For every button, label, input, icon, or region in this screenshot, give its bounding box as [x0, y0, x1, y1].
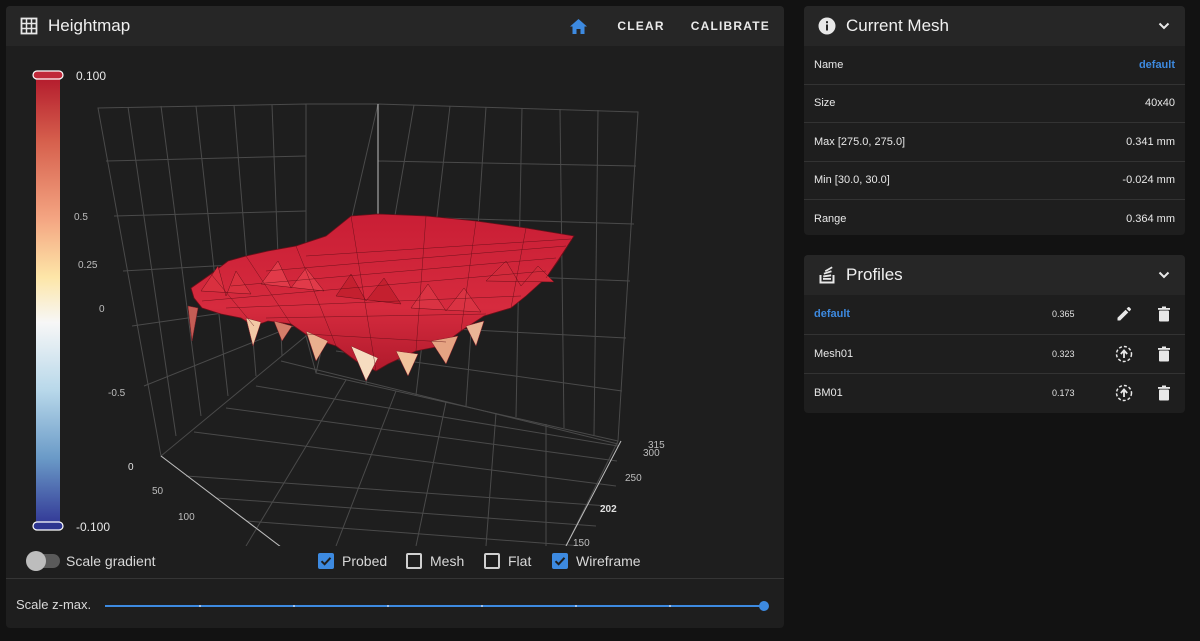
slider-tick [669, 605, 671, 607]
profiles-card: Profiles default 0.365 Mesh01 0.323 BM01… [804, 255, 1185, 413]
upload-circle-icon[interactable] [1115, 345, 1133, 363]
profile-name[interactable]: BM01 [814, 387, 843, 399]
scale-gradient-label: Scale gradient [66, 553, 156, 569]
stack-icon [819, 266, 835, 284]
check-icon [554, 557, 566, 566]
y-tick-label: 150 [573, 538, 590, 546]
home-icon[interactable] [570, 18, 588, 34]
current-mesh-header: Current Mesh [804, 6, 1185, 46]
profile-range: 0.323 [1052, 348, 1075, 359]
y-tick-label: 202 [600, 504, 617, 515]
z-tick-label: 0.5 [74, 212, 88, 223]
toggle-knob [26, 551, 46, 571]
x-tick-label: 0 [128, 462, 134, 473]
chevron-down-icon[interactable] [1157, 268, 1171, 282]
scale-zmax-slider[interactable] [105, 605, 765, 607]
trash-icon[interactable] [1155, 305, 1173, 323]
slider-tick [387, 605, 389, 607]
mesh-row-value: 0.364 mm [1126, 213, 1175, 226]
x-tick-label: 100 [178, 512, 195, 523]
current-mesh-card: Current Mesh Name default Size 40x40 Max… [804, 6, 1185, 235]
wireframe-label: Wireframe [576, 553, 641, 569]
flat-checkbox[interactable] [484, 553, 500, 569]
mesh-row-value: -0.024 mm [1122, 174, 1175, 187]
mesh-row-label: Max [275.0, 275.0] [814, 135, 906, 148]
mesh-row-label: Min [30.0, 30.0] [814, 174, 890, 187]
mesh-row-value: 40x40 [1145, 97, 1175, 110]
scale-gradient-toggle[interactable] [26, 551, 60, 571]
mesh-info-list: Name default Size 40x40 Max [275.0, 275.… [804, 46, 1185, 235]
mesh-row-label: Name [814, 58, 844, 71]
trash-icon[interactable] [1155, 345, 1173, 363]
slider-tick [481, 605, 483, 607]
x-tick-label: 50 [152, 486, 164, 497]
list-item[interactable]: Mesh01 0.323 [804, 335, 1185, 374]
slider-tick [293, 605, 295, 607]
wireframe-checkbox[interactable] [552, 553, 568, 569]
colorbar-min-handle[interactable] [32, 521, 64, 531]
mesh-row-value: 0.341 mm [1126, 135, 1175, 148]
mesh-row-label: Range [814, 213, 847, 226]
scale-zmax-label: Scale z-max. [16, 597, 92, 612]
heightmap-card: Heightmap CLEAR CALIBRATE 0.100 -0.100 0… [6, 6, 784, 628]
slider-tick [575, 605, 577, 607]
mesh-row-range: Range 0.364 mm [804, 200, 1185, 235]
list-item[interactable]: default 0.365 [804, 295, 1185, 335]
current-mesh-title: Current Mesh [846, 16, 949, 35]
pencil-icon[interactable] [1115, 305, 1133, 323]
slider-tick [199, 605, 201, 607]
mesh-name-value: default [1138, 58, 1175, 71]
scale-zmax-thumb[interactable] [759, 601, 769, 611]
trash-icon[interactable] [1155, 384, 1173, 402]
chevron-down-icon[interactable] [1157, 19, 1171, 33]
probed-label: Probed [342, 553, 388, 569]
profile-range: 0.365 [1052, 309, 1075, 319]
mesh-checkbox[interactable] [406, 553, 422, 569]
check-icon [320, 557, 332, 566]
mesh-row-label: Size [814, 97, 836, 110]
calibrate-button[interactable]: CALIBRATE [691, 19, 770, 33]
mesh-row-size: Size 40x40 [804, 85, 1185, 123]
profiles-header: Profiles [804, 255, 1185, 295]
list-item[interactable]: BM01 0.173 [804, 374, 1185, 413]
y-tick-label: 250 [625, 473, 642, 484]
y-tick-label: 300 [643, 448, 660, 459]
z-tick-label: 0 [99, 304, 105, 315]
profiles-list: default 0.365 Mesh01 0.323 BM01 0.173 [804, 295, 1185, 413]
heightmap-surface [187, 213, 575, 382]
profile-name[interactable]: default [814, 308, 850, 320]
scale-zmax-row: Scale z-max. [6, 579, 784, 628]
grid-icon [20, 17, 38, 35]
mesh-row-min: Min [30.0, 30.0] -0.024 mm [804, 162, 1185, 200]
flat-label: Flat [508, 553, 532, 569]
heightmap-header: Heightmap CLEAR CALIBRATE [6, 6, 784, 46]
clear-button[interactable]: CLEAR [617, 19, 664, 33]
profile-name[interactable]: Mesh01 [814, 348, 853, 360]
display-controls: Scale gradient Probed Mesh Flat Wirefram… [6, 546, 784, 578]
mesh-row-max: Max [275.0, 275.0] 0.341 mm [804, 123, 1185, 162]
profiles-title: Profiles [846, 265, 903, 284]
mesh-row-name: Name default [804, 46, 1185, 85]
z-tick-label: 0.25 [78, 260, 98, 271]
profile-range: 0.173 [1052, 388, 1075, 398]
upload-circle-icon[interactable] [1115, 384, 1133, 402]
heightmap-plot[interactable]: 0.100 -0.100 0.5 0.25 0 -0.5 0 50 100 31… [6, 46, 784, 546]
probed-checkbox[interactable] [318, 553, 334, 569]
z-tick-label: -0.5 [108, 388, 126, 399]
colorbar-max-handle[interactable] [32, 70, 64, 80]
colorbar-min-label: -0.100 [76, 520, 110, 534]
colorbar-max-label: 0.100 [76, 69, 106, 83]
heightmap-title: Heightmap [48, 16, 131, 35]
mesh-label: Mesh [430, 553, 465, 569]
colorbar [36, 74, 60, 526]
info-icon [818, 17, 836, 35]
